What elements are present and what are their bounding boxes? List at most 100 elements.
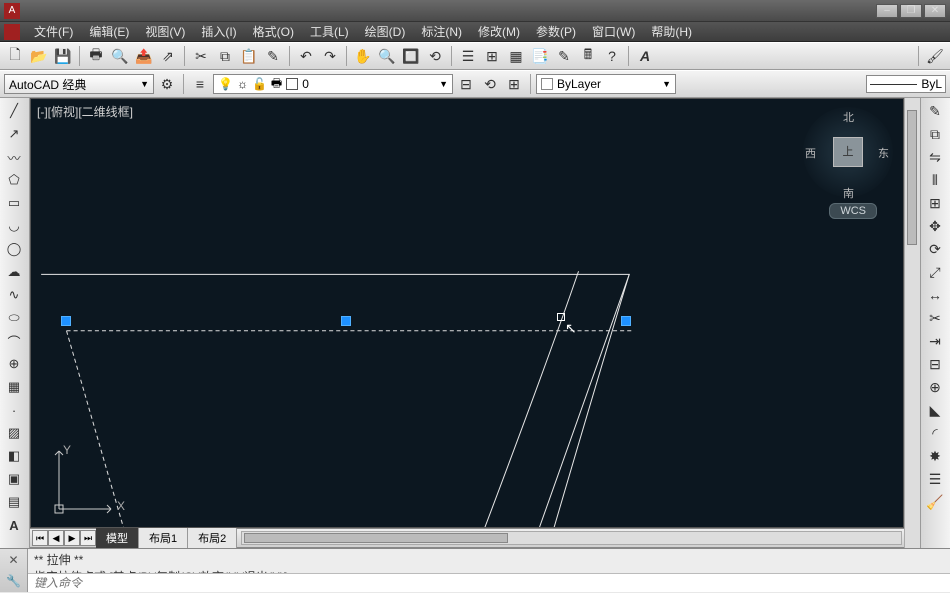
quickcalc-button[interactable]: 🖩: [577, 45, 599, 67]
offset-tool[interactable]: ⫴: [923, 169, 947, 191]
brush-button[interactable]: 🖌: [924, 45, 946, 67]
tab-layout1[interactable]: 布局1: [139, 528, 188, 548]
menu-edit[interactable]: 编辑(E): [81, 22, 137, 41]
viewcube[interactable]: 北 南 西 东 上: [803, 107, 893, 197]
zoomrt-button[interactable]: 🔍: [376, 45, 398, 67]
viewcube-top-face[interactable]: 上: [833, 137, 863, 167]
redo-button[interactable]: ↷: [319, 45, 341, 67]
zoomprev-button[interactable]: ⟲: [424, 45, 446, 67]
hatch-tool[interactable]: ▨: [2, 422, 26, 444]
lineweight-dropdown[interactable]: ByL: [866, 75, 946, 93]
cleanup-tool[interactable]: 🧹: [923, 491, 947, 513]
designcenter-button[interactable]: ⊞: [481, 45, 503, 67]
tab-last-button[interactable]: ⏭: [80, 530, 96, 546]
menu-tools[interactable]: 工具(L): [302, 22, 357, 41]
print-button[interactable]: 🖶: [85, 45, 107, 67]
grip-endpoint-right[interactable]: [621, 316, 631, 326]
chamfer-tool[interactable]: ◣: [923, 399, 947, 421]
menu-dimension[interactable]: 标注(N): [413, 22, 470, 41]
app-icon-menu[interactable]: [4, 24, 20, 40]
break-tool[interactable]: ⊟: [923, 353, 947, 375]
layer-manager-button[interactable]: ≡: [189, 73, 211, 95]
wcs-badge[interactable]: WCS: [829, 203, 877, 219]
point-tool[interactable]: ·: [2, 399, 26, 421]
textstyle-button[interactable]: A: [634, 45, 656, 67]
drawing-viewport[interactable]: [-][俯视][二维线框] ↖ 北 南 西: [30, 98, 904, 528]
ellipsearc-tool[interactable]: ⌒: [2, 330, 26, 352]
explode-tool[interactable]: ✸: [923, 445, 947, 467]
region-tool[interactable]: ▣: [2, 468, 26, 490]
layer-isolate-button[interactable]: ⊟: [455, 73, 477, 95]
stretch-tool[interactable]: ↔: [923, 284, 947, 306]
tab-first-button[interactable]: ⏮: [32, 530, 48, 546]
xline-tool[interactable]: ↗: [2, 123, 26, 145]
menu-window[interactable]: 窗口(W): [584, 22, 643, 41]
menu-view[interactable]: 视图(V): [137, 22, 193, 41]
erase-tool[interactable]: ✎: [923, 100, 947, 122]
workspace-selector[interactable]: AutoCAD 经典 ▼: [4, 74, 154, 94]
linetype-dropdown[interactable]: ByLayer ▼: [536, 74, 676, 94]
viewcube-west[interactable]: 西: [805, 145, 816, 161]
mtext-tool[interactable]: A: [2, 514, 26, 536]
menu-draw[interactable]: 绘图(D): [357, 22, 414, 41]
command-input[interactable]: [28, 574, 950, 592]
mirror-tool[interactable]: ⇋: [923, 146, 947, 168]
vertical-scrollbar[interactable]: [904, 98, 920, 548]
layer-dropdown[interactable]: 💡 ☼ 🔓 🖶 0 ▼: [213, 74, 453, 94]
close-icon[interactable]: ✕: [8, 553, 18, 567]
tab-model[interactable]: 模型: [96, 528, 139, 548]
block-tool[interactable]: ▦: [2, 376, 26, 398]
rotate-tool[interactable]: ⟳: [923, 238, 947, 260]
circle-tool[interactable]: ◯: [2, 238, 26, 260]
layer-states-button[interactable]: ⊞: [503, 73, 525, 95]
ellipse-tool[interactable]: ⬭: [2, 307, 26, 329]
viewcube-south[interactable]: 南: [843, 185, 854, 201]
vscroll-thumb[interactable]: [907, 110, 917, 245]
properties-button[interactable]: ☰: [457, 45, 479, 67]
menu-insert[interactable]: 插入(I): [193, 22, 244, 41]
open-button[interactable]: 📂: [28, 45, 50, 67]
polygon-tool[interactable]: ⬠: [2, 169, 26, 191]
menu-params[interactable]: 参数(P): [528, 22, 584, 41]
arc-tool[interactable]: ◡: [2, 215, 26, 237]
draworder-tool[interactable]: ☰: [923, 468, 947, 490]
restore-button[interactable]: ❐: [900, 4, 922, 18]
join-tool[interactable]: ⊕: [923, 376, 947, 398]
scale-tool[interactable]: ⤢: [923, 261, 947, 283]
zoomwin-button[interactable]: 🔲: [400, 45, 422, 67]
close-button[interactable]: ✕: [924, 4, 946, 18]
new-button[interactable]: 🗋: [4, 45, 26, 67]
wrench-icon[interactable]: 🔧: [6, 574, 21, 588]
polyline-tool[interactable]: 〰: [2, 146, 26, 168]
line-tool[interactable]: ╱: [2, 100, 26, 122]
markup-button[interactable]: ✎: [553, 45, 575, 67]
undo-button[interactable]: ↶: [295, 45, 317, 67]
publish-button[interactable]: 📤: [133, 45, 155, 67]
rectangle-tool[interactable]: ▭: [2, 192, 26, 214]
sheetset-button[interactable]: 📑: [529, 45, 551, 67]
viewcube-north[interactable]: 北: [843, 109, 854, 125]
save-button[interactable]: 💾: [52, 45, 74, 67]
spline-tool[interactable]: ∿: [2, 284, 26, 306]
menu-format[interactable]: 格式(O): [245, 22, 302, 41]
grip-endpoint-left[interactable]: [61, 316, 71, 326]
tab-prev-button[interactable]: ◀: [48, 530, 64, 546]
horizontal-scrollbar[interactable]: [241, 531, 902, 545]
tab-layout2[interactable]: 布局2: [188, 528, 237, 548]
tab-next-button[interactable]: ▶: [64, 530, 80, 546]
insert-tool[interactable]: ⊕: [2, 353, 26, 375]
fillet-tool[interactable]: ◜: [923, 422, 947, 444]
preview-button[interactable]: 🔍: [109, 45, 131, 67]
gradient-tool[interactable]: ◧: [2, 445, 26, 467]
menu-help[interactable]: 帮助(H): [643, 22, 700, 41]
trim-tool[interactable]: ✂: [923, 307, 947, 329]
paste-button[interactable]: 📋: [238, 45, 260, 67]
viewcube-east[interactable]: 东: [878, 145, 889, 161]
layer-prev-button[interactable]: ⟲: [479, 73, 501, 95]
copy-tool[interactable]: ⧉: [923, 123, 947, 145]
table-tool[interactable]: ▤: [2, 491, 26, 513]
export-button[interactable]: ⇗: [157, 45, 179, 67]
copy-button[interactable]: ⧉: [214, 45, 236, 67]
cut-button[interactable]: ✂: [190, 45, 212, 67]
extend-tool[interactable]: ⇥: [923, 330, 947, 352]
